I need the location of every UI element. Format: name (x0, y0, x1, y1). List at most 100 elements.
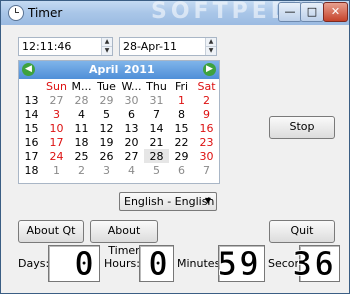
date-value[interactable]: 28-Apr-11 (123, 40, 177, 53)
calendar-day[interactable]: 6 (119, 107, 144, 121)
calendar-day[interactable]: 8 (169, 107, 194, 121)
calendar-day[interactable]: 13 (119, 121, 144, 135)
calendar-day[interactable]: 24 (44, 149, 69, 163)
dow-label: W... (121, 79, 142, 93)
spin-up-icon[interactable]: ▲ (206, 38, 216, 46)
dow-label: Sun (46, 79, 67, 93)
calendar-day[interactable]: 20 (119, 135, 144, 149)
calendar-day[interactable]: 14 (144, 121, 169, 135)
next-month-icon[interactable]: ▶ (203, 63, 216, 76)
calendar-day[interactable]: 29 (169, 149, 194, 163)
week-number: 18 (24, 163, 39, 177)
calendar-day[interactable]: 19 (94, 135, 119, 149)
dow-label: Thu (146, 79, 167, 93)
week-number: 14 (24, 107, 39, 121)
calendar-day[interactable]: 2 (194, 93, 219, 107)
spin-up-icon[interactable]: ▲ (102, 38, 112, 46)
time-spinner[interactable]: ▲ ▼ (101, 38, 112, 55)
calendar-month[interactable]: April (89, 63, 118, 76)
calendar-day[interactable]: 3 (44, 107, 69, 121)
about-timer-button[interactable]: About Timer (90, 220, 158, 257)
seconds-value: 36 (292, 244, 336, 284)
close-icon: ✕ (330, 5, 341, 18)
date-edit[interactable]: 28-Apr-11 ▲ ▼ (119, 37, 217, 56)
calendar-day[interactable]: 28 (69, 93, 94, 107)
dow-label: Sat (197, 79, 216, 93)
timer-window: Timer SOFTPEDIA — □ ✕ 12:11:46 ▲ ▼ 28-Ap… (0, 0, 350, 294)
quit-button[interactable]: Quit (269, 220, 335, 243)
prev-month-icon[interactable]: ◀ (22, 63, 35, 76)
calendar-day[interactable]: 22 (169, 135, 194, 149)
title-bar[interactable]: Timer SOFTPEDIA — □ ✕ (1, 1, 349, 25)
calendar-day[interactable]: 15 (169, 121, 194, 135)
hours-value: 0 (148, 244, 170, 284)
calendar-week-row: 14 3 4 5 6 7 8 9 (19, 107, 219, 121)
calendar-week-row: 17 24 25 26 27 28 29 30 (19, 149, 219, 163)
week-number: 16 (24, 135, 39, 149)
spin-down-icon[interactable]: ▼ (206, 46, 216, 55)
calendar-day[interactable]: 6 (169, 163, 194, 177)
calendar-day[interactable]: 31 (144, 93, 169, 107)
calendar-widget[interactable]: ◀ April 2011 ▶ Sun M... Tue W... Thu Fri… (18, 60, 220, 184)
calendar-day[interactable]: 30 (119, 93, 144, 107)
chevron-down-icon: ▼ (204, 196, 211, 205)
calendar-year[interactable]: 2011 (124, 63, 155, 76)
maximize-button[interactable]: □ (300, 2, 324, 22)
calendar-day[interactable]: 12 (94, 121, 119, 135)
minimize-icon: — (284, 5, 296, 18)
days-value: 0 (74, 244, 96, 284)
language-combo[interactable]: English - English ▼ (119, 192, 217, 211)
dow-label: M... (71, 79, 92, 93)
calendar-day[interactable]: 27 (119, 149, 144, 163)
calendar-day[interactable]: 2 (69, 163, 94, 177)
calendar-day[interactable]: 4 (119, 163, 144, 177)
calendar-week-row: 16 17 18 19 20 21 22 23 (19, 135, 219, 149)
calendar-week-row: 15 10 11 12 13 14 15 16 (19, 121, 219, 135)
calendar-day[interactable]: 26 (94, 149, 119, 163)
calendar-day[interactable]: 27 (44, 93, 69, 107)
calendar-day[interactable]: 11 (69, 121, 94, 135)
stop-button[interactable]: Stop (269, 116, 335, 139)
calendar-day[interactable]: 1 (169, 93, 194, 107)
calendar-grid: Sun M... Tue W... Thu Fri Sat 13 27 28 2… (19, 79, 219, 177)
time-value[interactable]: 12:11:46 (22, 40, 71, 53)
close-button[interactable]: ✕ (323, 2, 348, 22)
maximize-icon: □ (306, 5, 318, 18)
minutes-value: 59 (217, 244, 261, 284)
calendar-day[interactable]: 21 (144, 135, 169, 149)
dow-label: Tue (97, 79, 116, 93)
calendar-day[interactable]: 25 (69, 149, 94, 163)
hours-display: 0 (139, 244, 174, 284)
hours-label: Hours: (104, 257, 140, 270)
calendar-day[interactable]: 5 (94, 107, 119, 121)
minimize-button[interactable]: — (278, 2, 302, 22)
spin-down-icon[interactable]: ▼ (102, 46, 112, 55)
calendar-day[interactable]: 4 (69, 107, 94, 121)
days-label: Days: (18, 257, 50, 270)
calendar-day[interactable]: 10 (44, 121, 69, 135)
calendar-day[interactable]: 16 (194, 121, 219, 135)
week-number: 15 (24, 121, 39, 135)
calendar-day[interactable]: 30 (194, 149, 219, 163)
days-display: 0 (48, 244, 100, 284)
language-value: English - English (124, 195, 215, 208)
week-number: 13 (24, 93, 39, 107)
clock-icon (8, 5, 24, 21)
calendar-day[interactable]: 17 (44, 135, 69, 149)
time-edit[interactable]: 12:11:46 ▲ ▼ (18, 37, 113, 56)
minutes-display: 59 (217, 244, 265, 284)
calendar-day[interactable]: 7 (194, 163, 219, 177)
calendar-dow-row: Sun M... Tue W... Thu Fri Sat (19, 79, 219, 93)
calendar-day[interactable]: 3 (94, 163, 119, 177)
date-spinner[interactable]: ▲ ▼ (205, 38, 216, 55)
calendar-day[interactable]: 23 (194, 135, 219, 149)
calendar-day[interactable]: 7 (144, 107, 169, 121)
calendar-header: ◀ April 2011 ▶ (19, 61, 219, 79)
calendar-day-selected[interactable]: 28 (144, 149, 169, 163)
calendar-day[interactable]: 29 (94, 93, 119, 107)
calendar-day[interactable]: 9 (194, 107, 219, 121)
calendar-day[interactable]: 1 (44, 163, 69, 177)
calendar-day[interactable]: 18 (69, 135, 94, 149)
about-qt-button[interactable]: About Qt (18, 220, 84, 243)
calendar-day[interactable]: 5 (144, 163, 169, 177)
